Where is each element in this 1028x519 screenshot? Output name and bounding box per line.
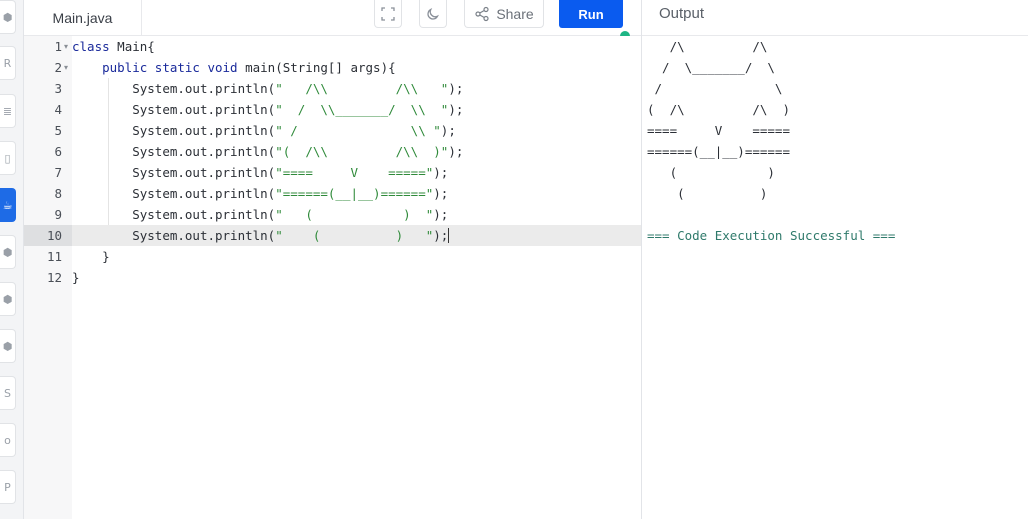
line-number: 5 [54,123,62,138]
output-line: /\ /\ [647,39,768,54]
output-console: /\ /\ / \_______/ \ / \ ( /\ /\ ) ==== V… [647,36,1027,246]
text-cursor [448,228,450,243]
code-line: class Main{ [72,39,155,54]
rail-cs-icon[interactable]: ⬢ [0,235,16,269]
line-number: 7 [54,165,62,180]
line-number: 12 [46,270,62,285]
share-icon [475,6,489,21]
rail-java-icon[interactable]: ☕ [0,188,16,222]
language-rail: ⬢ R ≣ ▯ ☕ ⬢ ⬢ ⬢ S o P [0,0,24,519]
rail-go-icon[interactable]: o [0,423,16,457]
cpp-icon: ⬢ [2,10,13,24]
run-button[interactable]: Run [559,0,623,28]
output-line: ==== V ===== [647,123,790,138]
php-icon: P [4,480,11,494]
share-label: Share [496,5,534,22]
run-label: Run [578,6,604,22]
output-line: / \ [647,81,783,96]
output-line: ( ) [647,186,768,201]
line-number: 8 [54,186,62,201]
file-tab[interactable]: Main.java [24,0,142,36]
code-line: System.out.println("======(__|__)======"… [132,186,449,201]
c2-icon: ⬢ [2,339,13,353]
swift-icon: S [4,386,11,400]
editor-toolbar: Main.java Share Run [24,0,641,41]
output-header: Output [642,0,1028,36]
output-line: ( /\ /\ ) [647,102,790,117]
pane-divider[interactable] [641,0,642,519]
share-button[interactable]: Share [464,0,544,28]
rail-swift-icon[interactable]: S [0,376,16,410]
fullscreen-button[interactable] [374,0,402,28]
code-line-active: System.out.println(" ( ) "); [72,225,641,246]
go-icon: o [4,433,11,447]
fold-chevron-icon[interactable]: ▾ [64,36,68,57]
r-icon: R [3,56,12,70]
output-line: / \_______/ \ [647,60,775,75]
theme-toggle-button[interactable] [419,0,447,28]
line-number: 1 [54,39,62,54]
line-number: 2 [54,60,62,75]
rail-c2-icon[interactable]: ⬢ [0,329,16,363]
rail-cpp-icon[interactable]: ⬢ [0,0,16,34]
moon-icon [427,7,439,20]
code-line: System.out.println(" /\\ /\\ "); [132,81,464,96]
execution-success-message: === Code Execution Successful === [647,228,896,243]
code-line: System.out.println("==== V ====="); [132,165,449,180]
line-number-gutter: 1 ▾ 2 ▾ 3 4 5 6 7 8 9 10 11 12 [24,36,72,519]
rail-r-icon[interactable]: R [0,46,16,80]
rail-c-icon[interactable]: ⬢ [0,282,16,316]
line-number: 4 [54,102,62,117]
fullscreen-icon [381,6,395,21]
line-number-active: 10 [24,225,72,246]
output-line: ======(__|__)====== [647,144,790,159]
line-number: 9 [54,207,62,222]
code-line: } [72,249,110,264]
code-editor[interactable]: class Main{ public static void main(Stri… [72,36,641,519]
rail-php-icon[interactable]: P [0,470,16,504]
code-line: System.out.println(" ( ) "); [132,207,449,222]
code-line: public static void main(String[] args){ [102,60,396,75]
rail-db-icon[interactable]: ≣ [0,94,16,128]
code-line: System.out.println(" / \\ "); [132,123,456,138]
java-icon: ☕ [2,198,13,212]
code-line: System.out.println(" / \\_______/ \\ "); [132,102,464,117]
cs-icon: ⬢ [2,245,13,259]
line-number: 11 [46,249,62,264]
file-name: Main.java [52,10,113,26]
line-number: 6 [54,144,62,159]
fold-chevron-icon[interactable]: ▾ [64,57,68,78]
code-line: } [72,270,80,285]
code-line: System.out.println("( /\\ /\\ )"); [132,144,464,159]
db-icon: ≣ [2,104,13,118]
line-number: 3 [54,81,62,96]
output-title: Output [659,5,705,22]
html-icon: ▯ [4,151,11,165]
output-line: ( ) [647,165,775,180]
rail-html-icon[interactable]: ▯ [0,141,16,175]
c-icon: ⬢ [2,292,13,306]
